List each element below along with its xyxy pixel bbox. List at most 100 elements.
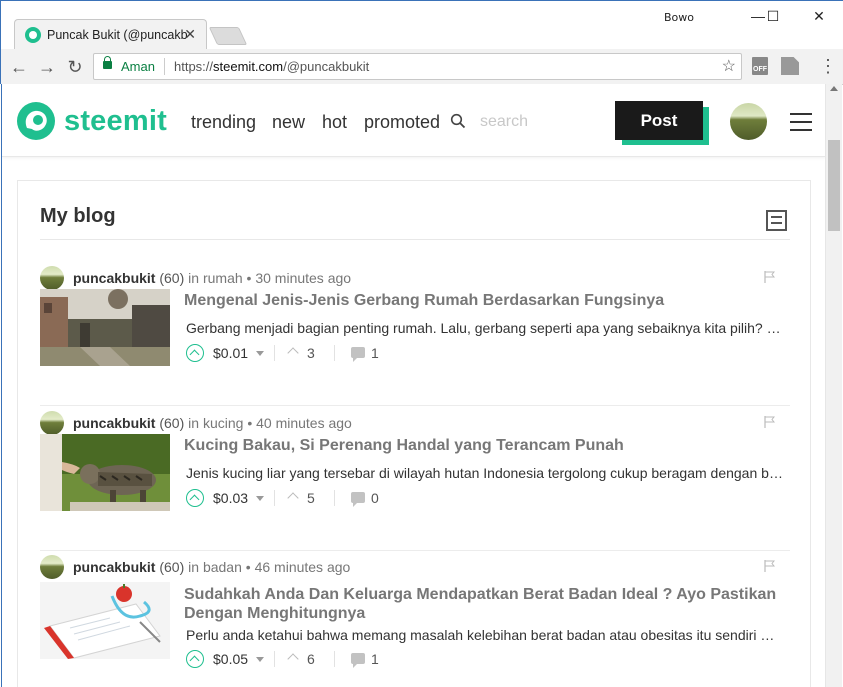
category-link[interactable]: rumah <box>203 270 243 286</box>
post-title-link[interactable]: Kucing Bakau, Si Perenang Handal yang Te… <box>184 436 784 455</box>
post-footer: $0.03 5 0 <box>186 488 586 508</box>
user-avatar[interactable] <box>730 103 767 140</box>
comment-count[interactable]: 1 <box>371 345 379 361</box>
reputation: (60) <box>159 415 185 431</box>
tab-close-icon[interactable]: ✕ <box>184 26 196 43</box>
timestamp[interactable]: 40 minutes ago <box>256 415 352 431</box>
flag-icon[interactable] <box>764 560 775 572</box>
payout-value[interactable]: $0.05 <box>213 651 248 667</box>
comment-icon[interactable] <box>351 347 365 362</box>
upvote-icon[interactable] <box>186 344 204 362</box>
url-separator <box>164 58 165 75</box>
flag-icon[interactable] <box>764 271 775 283</box>
reload-icon[interactable]: ↻ <box>63 55 87 79</box>
author-avatar[interactable] <box>40 555 64 579</box>
upvote-icon[interactable] <box>186 489 204 507</box>
browser-window: Puncak Bukit (@puncakbukit) ✕ Bowo — ☐ ✕… <box>0 0 843 85</box>
category-link[interactable]: kucing <box>203 415 243 431</box>
timestamp[interactable]: 46 minutes ago <box>255 559 351 575</box>
search-input[interactable] <box>480 110 590 134</box>
url-scheme: https:// <box>174 59 214 74</box>
tab-title: Puncak Bukit (@puncakbukit) <box>47 28 187 42</box>
author-link[interactable]: puncakbukit <box>73 415 155 431</box>
browser-tab[interactable]: Puncak Bukit (@puncakbukit) ✕ <box>14 19 207 49</box>
vote-count-icon <box>287 347 299 359</box>
category-link[interactable]: badan <box>203 559 242 575</box>
scroll-up-arrow-icon[interactable] <box>830 86 838 91</box>
logo-text[interactable]: steemit <box>64 105 167 138</box>
scroll-thumb[interactable] <box>828 140 840 231</box>
vote-count[interactable]: 5 <box>307 490 315 506</box>
payout-caret-icon[interactable] <box>256 657 264 662</box>
author-link[interactable]: puncakbukit <box>73 559 155 575</box>
post-excerpt[interactable]: Jenis kucing liar yang tersebar di wilay… <box>186 465 784 481</box>
post-title-link[interactable]: Mengenal Jenis-Jenis Gerbang Rumah Berda… <box>184 291 784 310</box>
post-button[interactable]: Post <box>615 101 703 140</box>
profile-name[interactable]: Bowo <box>664 11 694 24</box>
timestamp[interactable]: 30 minutes ago <box>255 270 351 286</box>
url-host: steemit.com <box>213 59 284 74</box>
payout-caret-icon[interactable] <box>256 351 264 356</box>
post-item: puncakbukit (60) in badan • 46 minutes a… <box>40 551 790 687</box>
author-avatar[interactable] <box>40 411 64 435</box>
comment-count[interactable]: 1 <box>371 651 379 667</box>
bookmark-star-icon[interactable]: ☆ <box>722 56 736 76</box>
payout-value[interactable]: $0.01 <box>213 345 248 361</box>
hamburger-menu-icon[interactable] <box>790 113 812 131</box>
divider <box>40 239 790 240</box>
steemit-logo-icon[interactable] <box>16 101 56 141</box>
footer-separator <box>334 651 335 667</box>
post-footer: $0.01 3 1 <box>186 343 586 363</box>
blog-card: My blog puncakbukit (60) in rumah • 30 m… <box>17 180 811 687</box>
post-thumbnail[interactable] <box>40 434 170 511</box>
vote-count[interactable]: 3 <box>307 345 315 361</box>
steemit-favicon-icon <box>25 27 41 43</box>
author-avatar[interactable] <box>40 266 64 290</box>
page-scrollbar[interactable] <box>825 84 842 687</box>
browser-menu-icon[interactable]: ⋮ <box>819 55 837 77</box>
post-meta: puncakbukit (60) in kucing • 40 minutes … <box>73 415 352 431</box>
comment-icon[interactable] <box>351 653 365 668</box>
search-icon[interactable] <box>450 113 466 129</box>
url-path: /@puncakbukit <box>283 59 370 74</box>
post-thumbnail[interactable] <box>40 289 170 366</box>
new-tab-button[interactable] <box>208 27 248 45</box>
layout-toggle-icon[interactable] <box>766 210 787 231</box>
post-excerpt[interactable]: Perlu anda ketahui bahwa memang masalah … <box>186 627 784 643</box>
in-word: in <box>188 415 200 431</box>
back-icon[interactable]: ← <box>7 55 31 79</box>
browser-toolbar: ← → ↻ Aman https://steemit.com/@puncakbu… <box>1 49 843 85</box>
vote-count[interactable]: 6 <box>307 651 315 667</box>
post-item: puncakbukit (60) in rumah • 30 minutes a… <box>40 262 790 406</box>
divider <box>40 405 790 406</box>
payout-value[interactable]: $0.03 <box>213 490 248 506</box>
extension-off-icon[interactable]: OFF <box>752 57 768 75</box>
payout-caret-icon[interactable] <box>256 496 264 501</box>
author-link[interactable]: puncakbukit <box>73 270 155 286</box>
upvote-icon[interactable] <box>186 650 204 668</box>
footer-separator <box>274 651 275 667</box>
extension-pdf-icon[interactable] <box>781 57 799 75</box>
post-item: puncakbukit (60) in kucing • 40 minutes … <box>40 407 790 551</box>
secure-label: Aman <box>121 59 155 74</box>
address-bar[interactable]: Aman https://steemit.com/@puncakbukit ☆ <box>93 53 742 80</box>
post-thumbnail[interactable] <box>40 582 170 659</box>
maximize-icon[interactable]: ☐ <box>758 5 788 27</box>
nav-hot[interactable]: hot <box>322 112 347 133</box>
nav-trending[interactable]: trending <box>191 112 256 133</box>
post-meta: puncakbukit (60) in rumah • 30 minutes a… <box>73 270 351 286</box>
reputation: (60) <box>159 270 185 286</box>
post-meta: puncakbukit (60) in badan • 46 minutes a… <box>73 559 350 575</box>
nav-promoted[interactable]: promoted <box>364 112 440 133</box>
comment-icon[interactable] <box>351 492 365 507</box>
forward-icon[interactable]: → <box>35 55 59 79</box>
blog-title: My blog <box>40 205 116 227</box>
comment-count[interactable]: 0 <box>371 490 379 506</box>
url-text[interactable]: https://steemit.com/@puncakbukit <box>174 59 369 74</box>
post-excerpt[interactable]: Gerbang menjadi bagian penting rumah. La… <box>186 320 784 336</box>
post-title-link[interactable]: Sudahkah Anda Dan Keluarga Mendapatkan B… <box>184 585 784 623</box>
nav-new[interactable]: new <box>272 112 305 133</box>
title-bar: Puncak Bukit (@puncakbukit) ✕ Bowo — ☐ ✕ <box>1 1 843 49</box>
flag-icon[interactable] <box>764 416 775 428</box>
close-window-icon[interactable]: ✕ <box>804 5 834 27</box>
